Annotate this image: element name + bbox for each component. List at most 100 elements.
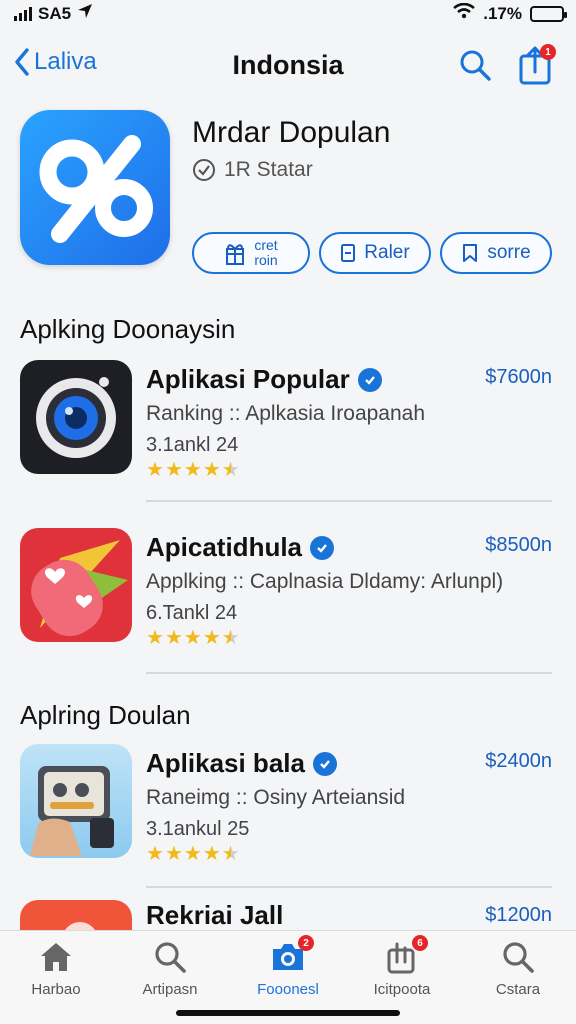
- back-button[interactable]: Laliva: [14, 48, 97, 76]
- app-name-text: Apicatidhula: [146, 532, 303, 562]
- half-star-icon: ★: [221, 843, 240, 865]
- star-icon: ★: [146, 843, 164, 865]
- divider: [146, 500, 552, 502]
- chevron-left-icon: [15, 48, 29, 76]
- app-row[interactable]: Apicatidhula $8500n Applking :: Caplnasi…: [20, 528, 552, 648]
- star-icon: ★: [164, 627, 183, 649]
- app-name: Rekriai Jall: [146, 900, 283, 931]
- rating-stars: ★ ★ ★ ★ ★: [146, 460, 240, 480]
- back-label: Laliva: [34, 48, 97, 75]
- hearts-app-icon: [20, 528, 132, 642]
- featured-rating-text: 1R Statar: [224, 158, 313, 181]
- featured-app-icon[interactable]: [20, 110, 170, 265]
- signal-icon: [14, 6, 32, 21]
- location-icon: [77, 3, 93, 24]
- half-star-icon: ★: [221, 627, 240, 649]
- sorre-button[interactable]: sorre: [440, 232, 552, 274]
- apps-icon: 6: [382, 935, 428, 975]
- featured-actions: cret roin Raler sorre: [192, 232, 552, 274]
- search-icon: [460, 50, 491, 81]
- star-icon: ★: [146, 459, 164, 481]
- star-icon: ★: [164, 843, 183, 865]
- share-badge: 1: [540, 44, 556, 60]
- star-icon: ★: [183, 459, 202, 481]
- star-icon: ★: [202, 627, 221, 649]
- sorre-button-label: sorre: [487, 242, 531, 263]
- app-meta: 3.1ankul 25: [146, 818, 250, 840]
- tab-label: Harbao: [31, 981, 81, 998]
- tab-badge: 2: [298, 935, 314, 951]
- star-icon: ★: [202, 459, 221, 481]
- featured-rating: 1R Statar: [192, 158, 313, 182]
- camera-icon: 2: [268, 935, 314, 975]
- verified-icon: [357, 367, 382, 392]
- app-subtitle: Ranking :: Aplkasia Iroapanah: [146, 402, 426, 425]
- status-left: SA5: [14, 3, 93, 24]
- gift-button[interactable]: cret roin: [192, 232, 310, 274]
- tab-icitpoota[interactable]: 6 Icitpoota: [352, 935, 452, 999]
- app-name-text: Aplikasi Popular: [146, 364, 350, 394]
- check-circle-icon: [193, 159, 215, 181]
- section-title: Aplking Doonaysin: [20, 314, 236, 344]
- divider: [146, 886, 552, 888]
- half-star-icon: ★: [221, 459, 240, 481]
- bookmark-icon: [463, 244, 478, 262]
- battery-percent: .17%: [483, 3, 522, 23]
- camera-app-icon: [20, 360, 132, 474]
- carrier-label: SA5: [38, 3, 72, 23]
- section-title: Aplring Doulan: [20, 700, 191, 730]
- star-icon: ★: [183, 843, 202, 865]
- battery-icon: [530, 5, 567, 22]
- tab-bar: Harbao Artipasn 2 Fooonesl 6 Icitpoota C…: [0, 930, 576, 1024]
- tab-artipasn[interactable]: Artipasn: [120, 939, 220, 999]
- star-icon: ★: [202, 843, 221, 865]
- wifi-icon: [453, 2, 476, 24]
- app-name-text: Aplikasi bala: [146, 748, 305, 778]
- app-price[interactable]: $1200n: [485, 904, 552, 927]
- app-name: Aplikasi Popular: [146, 364, 382, 395]
- gadget-app-icon: [20, 744, 132, 858]
- search-icon: [498, 939, 538, 975]
- status-bar: SA5 .17%: [0, 0, 576, 26]
- verified-icon: [312, 751, 337, 776]
- tab-badge: 6: [412, 935, 428, 951]
- app-name: Aplikasi bala: [146, 748, 337, 779]
- percent-icon: [39, 135, 153, 243]
- star-icon: ★: [183, 627, 202, 649]
- search-button[interactable]: [458, 48, 492, 87]
- tab-label: Icitpoota: [373, 981, 431, 998]
- raler-button-label: Raler: [364, 242, 410, 263]
- tab-label: Fooonesl: [257, 981, 319, 998]
- star-icon: ★: [146, 627, 164, 649]
- divider: [146, 672, 552, 674]
- gift-button-label: cret roin: [254, 237, 278, 268]
- share-button[interactable]: 1: [518, 44, 556, 86]
- featured-title: Mrdar Dopulan: [192, 116, 391, 149]
- status-right: .17%: [453, 2, 567, 24]
- tab-cstara[interactable]: Cstara: [468, 939, 568, 999]
- app-name-text: Rekriai Jall: [146, 900, 284, 930]
- rating-stars: ★ ★ ★ ★ ★: [146, 844, 240, 864]
- nav-bar: Laliva Indonsia 1: [0, 38, 576, 94]
- app-meta: 6.Tankl 24: [146, 602, 238, 624]
- tab-label: Cstara: [495, 981, 541, 998]
- app-row[interactable]: Aplikasi bala $2400n Raneimg :: Osiny Ar…: [20, 744, 552, 864]
- star-icon: ★: [164, 459, 183, 481]
- app-row[interactable]: Aplikasi Popular $7600n Ranking :: Aplka…: [20, 360, 552, 480]
- tab-fooonesl[interactable]: 2 Fooonesl: [238, 935, 338, 999]
- app-price[interactable]: $7600n: [485, 366, 552, 389]
- app-price[interactable]: $2400n: [485, 750, 552, 773]
- gift-icon: [226, 244, 245, 265]
- home-icon: [36, 939, 76, 975]
- tab-label: Artipasn: [142, 981, 198, 998]
- app-meta: 3.1ankl 24: [146, 434, 239, 456]
- home-indicator[interactable]: [176, 1010, 400, 1016]
- tab-harbao[interactable]: Harbao: [6, 939, 106, 999]
- verified-icon: [310, 535, 335, 560]
- app-price[interactable]: $8500n: [485, 534, 552, 557]
- raler-button[interactable]: Raler: [319, 232, 431, 274]
- app-subtitle: Applking :: Caplnasia Dldamy: Arlunpl): [146, 570, 504, 593]
- app-name: Apicatidhula: [146, 532, 335, 563]
- app-subtitle: Raneimg :: Osiny Arteiansid: [146, 786, 406, 809]
- rating-stars: ★ ★ ★ ★ ★: [146, 628, 240, 648]
